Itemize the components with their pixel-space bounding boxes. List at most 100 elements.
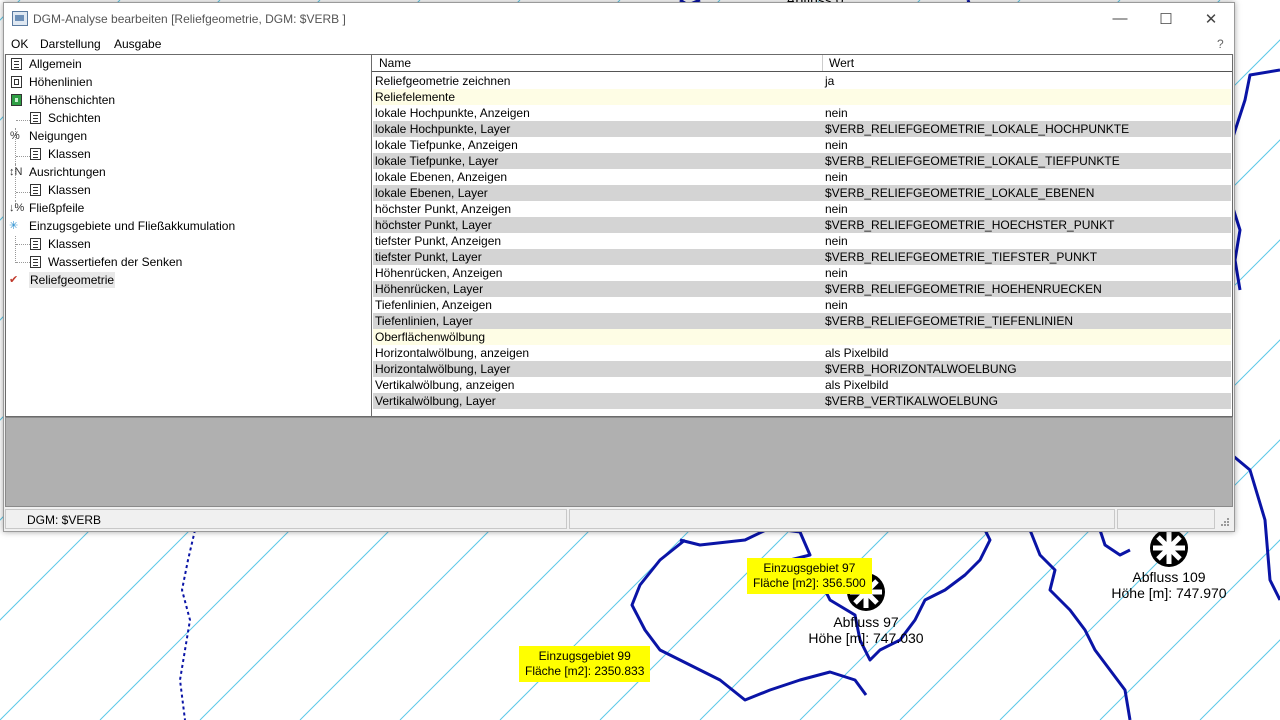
column-header-name[interactable]: Name bbox=[379, 56, 411, 70]
menu-ausgabe[interactable]: Ausgabe bbox=[114, 37, 161, 51]
maximize-button[interactable]: ☐ bbox=[1143, 3, 1189, 34]
property-value[interactable]: als Pixelbild bbox=[825, 377, 888, 393]
property-value[interactable]: nein bbox=[825, 105, 848, 121]
property-value[interactable]: $VERB_HORIZONTALWOELBUNG bbox=[825, 361, 1017, 377]
outlet-name: Abfluss 97 bbox=[833, 614, 899, 630]
document-icon bbox=[30, 256, 41, 268]
document-icon bbox=[30, 238, 41, 250]
outlet-height: Höhe [m]: 747.970 bbox=[1111, 585, 1227, 601]
grid-row[interactable]: Horizontalwölbung, Layer $VERB_HORIZONTAL… bbox=[373, 361, 1231, 377]
document-icon bbox=[11, 58, 22, 70]
slope-icon: % bbox=[10, 130, 20, 142]
document-icon bbox=[30, 112, 41, 124]
grid-row[interactable]: lokale Hochpunkte, Layer $VERB_RELIEFGEOM… bbox=[373, 121, 1231, 137]
property-grid[interactable]: Name Wert Reliefgeometrie zeichnen ja Reli… bbox=[371, 54, 1233, 417]
property-value[interactable]: ja bbox=[825, 73, 834, 89]
tree-item-label: Neigungen bbox=[29, 129, 88, 143]
grid-section-row[interactable]: Reliefelemente bbox=[373, 89, 1231, 105]
layer-green-icon bbox=[11, 94, 22, 106]
close-button[interactable]: ✕ bbox=[1188, 3, 1234, 34]
grid-row[interactable]: lokale Ebenen, Layer $VERB_RELIEFGEOMETRI… bbox=[373, 185, 1231, 201]
dgm-analysis-dialog[interactable]: DGM-Analyse bearbeiten [Reliefgeometrie,… bbox=[3, 2, 1235, 532]
catchment-label-99: Einzugsgebiet 99 Fläche [m2]: 2350.833 bbox=[519, 646, 651, 682]
tree-item-label: Wassertiefen der Senken bbox=[48, 255, 183, 269]
grid-row[interactable]: Vertikalwölbung, anzeigen als Pixelbild bbox=[373, 377, 1231, 393]
menu-ok[interactable]: OK bbox=[11, 37, 28, 51]
grid-row[interactable]: tiefster Punkt, Layer $VERB_RELIEFGEOMETR… bbox=[373, 249, 1231, 265]
grid-row[interactable]: lokale Hochpunkte, Anzeigen nein bbox=[373, 105, 1231, 121]
aspect-icon: ↕N bbox=[9, 166, 23, 178]
property-name: lokale Tiefpunke, Anzeigen bbox=[375, 138, 518, 152]
grid-row[interactable]: Höhenrücken, Layer $VERB_RELIEFGEOMETRIE_… bbox=[373, 281, 1231, 297]
title-bar[interactable]: DGM-Analyse bearbeiten [Reliefgeometrie,… bbox=[4, 3, 1234, 34]
property-name: Horizontalwölbung, Layer bbox=[375, 362, 511, 376]
property-value[interactable]: $VERB_RELIEFGEOMETRIE_LOKALE_TIEFPUNKTE bbox=[825, 153, 1120, 169]
property-name: tiefster Punkt, Layer bbox=[375, 250, 482, 264]
minimize-icon: — bbox=[1112, 10, 1128, 27]
grid-row[interactable]: Horizontalwölbung, anzeigen als Pixelbild bbox=[373, 345, 1231, 361]
grid-row[interactable]: höchster Punkt, Anzeigen nein bbox=[373, 201, 1231, 217]
property-value[interactable]: $VERB_RELIEFGEOMETRIE_HOECHSTER_PUNKT bbox=[825, 217, 1114, 233]
outlet-name: Abfluss 109 bbox=[1132, 569, 1206, 585]
status-text: DGM: $VERB bbox=[27, 513, 102, 527]
grid-row[interactable]: lokale Tiefpunke, Layer $VERB_RELIEFGEOME… bbox=[373, 153, 1231, 169]
grid-row[interactable]: Höhenrücken, Anzeigen nein bbox=[373, 265, 1231, 281]
grid-row[interactable]: Tiefenlinien, Anzeigen nein bbox=[373, 297, 1231, 313]
grid-row[interactable]: höchster Punkt, Layer $VERB_RELIEFGEOMETR… bbox=[373, 217, 1231, 233]
property-value[interactable]: nein bbox=[825, 297, 848, 313]
property-name: tiefster Punkt, Anzeigen bbox=[375, 234, 502, 248]
grid-row[interactable]: tiefster Punkt, Anzeigen nein bbox=[373, 233, 1231, 249]
property-value[interactable]: $VERB_RELIEFGEOMETRIE_TIEFSTER_PUNKT bbox=[825, 249, 1097, 265]
property-value[interactable]: $VERB_RELIEFGEOMETRIE_LOKALE_EBENEN bbox=[825, 185, 1094, 201]
tree-item-label: Höhenschichten bbox=[29, 93, 116, 107]
window-title: DGM-Analyse bearbeiten [Reliefgeometrie,… bbox=[33, 12, 346, 26]
grid-row[interactable]: lokale Tiefpunke, Anzeigen nein bbox=[373, 137, 1231, 153]
catchment-label-97: Einzugsgebiet 97 Fläche [m2]: 356.500 bbox=[747, 558, 872, 594]
tree-item-label: Klassen bbox=[48, 237, 91, 251]
outlet-label-97: Abfluss 97 Höhe [m]: 747.030 bbox=[796, 614, 936, 646]
property-value[interactable]: nein bbox=[825, 265, 848, 281]
tree-item-label: Ausrichtungen bbox=[29, 165, 106, 179]
minimize-button[interactable]: — bbox=[1097, 3, 1143, 34]
property-value[interactable]: $VERB_RELIEFGEOMETRIE_HOEHENRUECKEN bbox=[825, 281, 1102, 297]
menu-darstellung[interactable]: Darstellung bbox=[40, 37, 101, 51]
outlet-label-109: Abfluss 109 Höhe [m]: 747.970 bbox=[1099, 569, 1239, 601]
property-value[interactable]: als Pixelbild bbox=[825, 345, 888, 361]
catchment-boundary bbox=[1098, 529, 1131, 557]
property-name: Oberflächenwölbung bbox=[375, 330, 486, 344]
category-tree[interactable]: Allgemein Höhenlinien Höhenschichten Sch… bbox=[5, 54, 373, 417]
app-window-icon bbox=[12, 11, 28, 26]
grid-section-row[interactable]: Oberflächenwölbung bbox=[373, 329, 1231, 345]
resize-grip-icon[interactable] bbox=[1219, 516, 1229, 526]
flow-arrow-icon: ↓% bbox=[9, 202, 25, 214]
grid-header: Name Wert bbox=[372, 55, 1232, 72]
catchment-boundary bbox=[1231, 453, 1280, 601]
column-header-value[interactable]: Wert bbox=[829, 56, 854, 70]
property-value[interactable]: $VERB_VERTIKALWOELBUNG bbox=[825, 393, 998, 409]
tree-item-label: Reliefgeometrie bbox=[29, 272, 116, 288]
catchment-label-title: Einzugsgebiet 97 bbox=[763, 561, 856, 575]
property-value[interactable]: $VERB_RELIEFGEOMETRIE_TIEFENLINIEN bbox=[825, 313, 1073, 329]
grid-row[interactable]: lokale Ebenen, Anzeigen nein bbox=[373, 169, 1231, 185]
frame-icon bbox=[11, 76, 22, 88]
property-value[interactable]: nein bbox=[825, 233, 848, 249]
property-value[interactable]: $VERB_RELIEFGEOMETRIE_LOKALE_HOCHPUNKTE bbox=[825, 121, 1129, 137]
document-icon bbox=[30, 184, 41, 196]
catchment-boundary bbox=[1028, 529, 1132, 720]
property-name: Vertikalwölbung, Layer bbox=[375, 394, 496, 408]
close-icon: ✕ bbox=[1204, 10, 1218, 28]
catchment-label-title: Einzugsgebiet 99 bbox=[538, 649, 631, 663]
help-button[interactable]: ? bbox=[1217, 37, 1224, 51]
property-name: Reliefelemente bbox=[375, 90, 456, 104]
grid-row[interactable]: Reliefgeometrie zeichnen ja bbox=[373, 73, 1231, 89]
property-value[interactable]: nein bbox=[825, 137, 848, 153]
grid-row[interactable]: Tiefenlinien, Layer $VERB_RELIEFGEOMETRIE… bbox=[373, 313, 1231, 329]
grid-row[interactable]: Vertikalwölbung, Layer $VERB_VERTIKALWOEL… bbox=[373, 393, 1231, 409]
status-panel-empty bbox=[1117, 509, 1215, 529]
property-value[interactable]: nein bbox=[825, 201, 848, 217]
outlet-height: Höhe [m]: 747.030 bbox=[808, 630, 924, 646]
column-divider[interactable] bbox=[822, 55, 823, 71]
preview-area bbox=[5, 417, 1233, 507]
property-value[interactable]: nein bbox=[825, 169, 848, 185]
document-icon bbox=[30, 148, 41, 160]
